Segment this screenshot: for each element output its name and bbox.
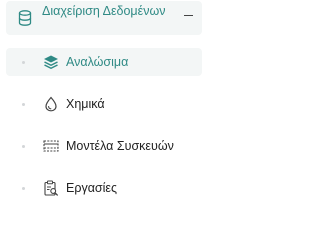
layers-icon <box>44 55 58 69</box>
group-title: Διαχείριση Δεδομένων <box>42 4 166 18</box>
sidebar-item-label: Εργασίες <box>66 181 118 195</box>
minus-icon[interactable] <box>184 15 193 17</box>
clipboard-search-icon <box>44 180 58 196</box>
device-icon <box>43 140 59 152</box>
sidebar-item-consumables[interactable]: Αναλώσιμα <box>6 48 202 76</box>
bullet-icon <box>22 187 25 190</box>
group-header-data-management[interactable]: Διαχείριση Δεδομένων <box>6 1 202 35</box>
bullet-icon <box>22 145 25 148</box>
sidebar-item-label: Μοντέλα Συσκευών <box>66 139 174 153</box>
database-icon <box>18 10 32 26</box>
sidebar-item-label: Αναλώσιμα <box>66 55 129 69</box>
bullet-icon <box>22 103 25 106</box>
sidebar-item-device-models[interactable]: Μοντέλα Συσκευών <box>6 132 202 160</box>
sidebar-item-label: Χημικά <box>66 97 105 111</box>
drop-icon <box>45 96 57 112</box>
sidebar-item-tasks[interactable]: Εργασίες <box>6 174 202 202</box>
sidebar: Διαχείριση Δεδομένων Αναλώσιμα Χημικά Μο… <box>0 0 205 215</box>
bullet-icon <box>22 61 25 64</box>
sidebar-item-chemicals[interactable]: Χημικά <box>6 90 202 118</box>
